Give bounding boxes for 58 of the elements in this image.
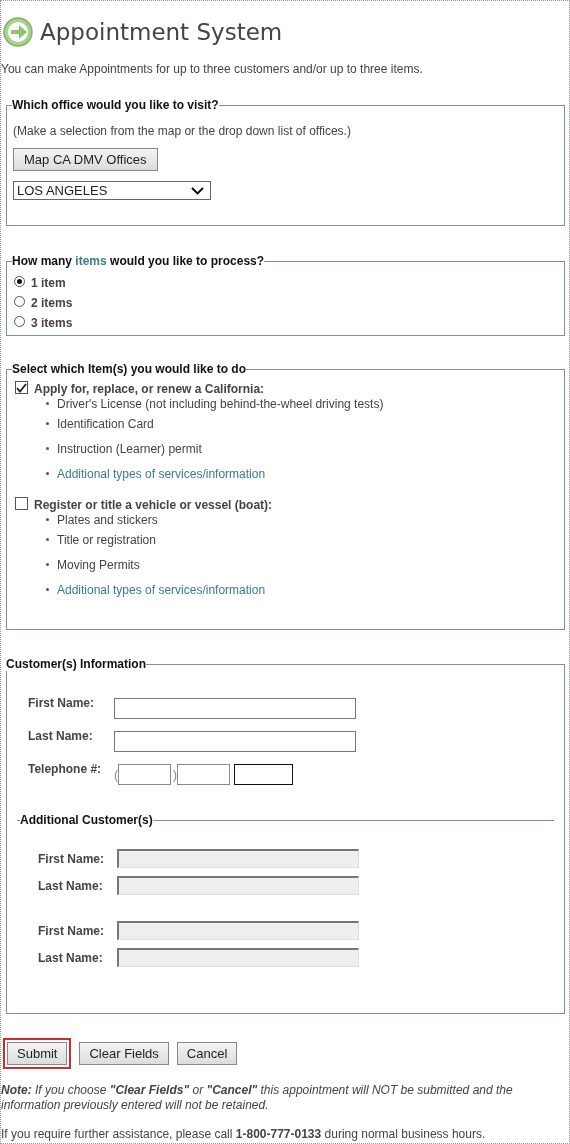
form-button[interactable]: Clear Fields: [79, 1042, 169, 1065]
service-item: Title or registration: [57, 532, 156, 547]
contact-text: If you require further assistance, please call 1-800-777-0133 during normal business hours.: [1, 1127, 487, 1141]
radio-label: 3 items: [31, 316, 73, 330]
note-text: Note: If you choose "Clear Fields" or "Cancel" this appointment will NOT be submitted and the information previously entered will not be retained.: [1, 1083, 514, 1113]
service-item: Plates and stickers: [57, 512, 158, 527]
page-title: Appointment System: [40, 19, 283, 45]
chevron-down-icon: [191, 186, 204, 195]
paren-text: (: [114, 767, 118, 782]
office-dropdown[interactable]: LOS ANGELES: [13, 181, 211, 200]
bullet-icon: [46, 422, 49, 425]
hint-text: (Make a selection from the map or the drop down list of offices.): [13, 124, 352, 138]
services-link[interactable]: Additional types of services/information: [57, 466, 266, 481]
bullet-icon: [46, 588, 49, 591]
radio-button[interactable]: [14, 275, 25, 287]
service-item: Identification Card: [57, 416, 154, 431]
bullet-icon: [46, 538, 49, 541]
paren-text: ): [173, 767, 177, 782]
field-label: Last Name:: [38, 878, 104, 893]
bullet-icon: [46, 402, 49, 405]
service-item: Instruction (Learner) permit: [57, 441, 202, 456]
radio-button[interactable]: [14, 315, 25, 327]
field-label: First Name:: [28, 695, 96, 710]
checkbox-label: Register or title a vehicle or vessel (boat):: [34, 498, 273, 512]
bullet-icon: [46, 518, 49, 521]
form-button[interactable]: Submit: [7, 1042, 68, 1065]
map-button[interactable]: Map CA DMV Offices: [13, 148, 158, 171]
phone-input-field[interactable]: [118, 764, 171, 785]
intro-text: You can make Appointments for up to three customers and/or up to three items.: [1, 62, 424, 76]
section-legend: Additional Customer(s): [20, 813, 153, 827]
text-input-field[interactable]: [114, 698, 356, 719]
form-button[interactable]: Cancel: [176, 1042, 238, 1065]
phone-input-field[interactable]: [177, 764, 230, 785]
field-label: Last Name:: [38, 950, 104, 965]
field-label: First Name:: [38, 923, 106, 938]
service-item: Moving Permits: [57, 557, 140, 572]
radio-label: 1 item: [31, 276, 66, 290]
section-legend: Customer(s) Information: [6, 657, 146, 671]
checkbox[interactable]: [15, 497, 28, 510]
text-input-field[interactable]: [114, 731, 356, 752]
field-label: Last Name:: [28, 728, 94, 743]
checkbox[interactable]: [15, 381, 28, 394]
field-label: First Name:: [38, 851, 106, 866]
section-legend: How many items would you like to process?: [12, 254, 265, 268]
bullet-icon: [46, 563, 49, 566]
radio-button[interactable]: [14, 295, 25, 307]
radio-label: 2 items: [31, 296, 73, 310]
field-label: Telephone #:: [28, 761, 103, 776]
bullet-icon: [46, 447, 49, 450]
bullet-icon: [46, 472, 49, 475]
checkbox-label: Apply for, replace, or renew a California:: [34, 382, 265, 396]
section-legend: Which office would you like to visit?: [12, 98, 219, 112]
service-item: Driver's License (not including behind-the-wheel driving tests): [57, 396, 384, 411]
phone-input-field[interactable]: [234, 764, 293, 785]
section-legend: Select which Item(s) you would like to do: [12, 362, 247, 376]
services-link[interactable]: Additional types of services/information: [57, 582, 266, 597]
arrow-circle-icon: [3, 17, 33, 47]
checkmark-icon: [16, 382, 27, 393]
